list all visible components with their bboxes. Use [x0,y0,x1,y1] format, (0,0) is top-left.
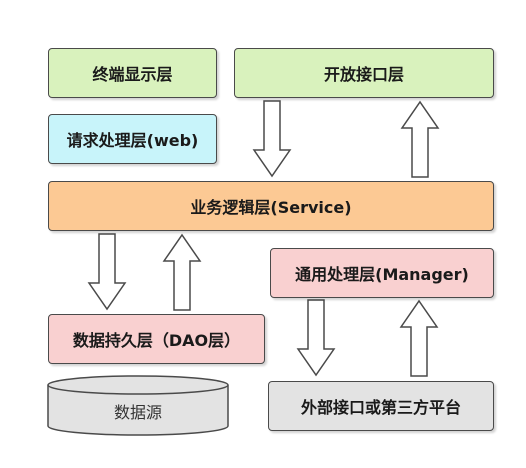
business-logic-layer-box: 业务逻辑层(Service) [48,181,494,231]
arrow-down-manager-to-external [296,299,336,377]
request-handling-layer-box: 请求处理层(web) [48,114,217,164]
common-processing-layer-label: 通用处理层(Manager) [295,265,469,284]
terminal-display-layer-box: 终端显示层 [48,48,217,98]
external-interface-label: 外部接口或第三方平台 [300,398,461,417]
cylinder-top [47,375,229,395]
arrow-up-service-to-openapi [400,100,440,178]
data-persistence-layer-box: 数据持久层（DAO层） [48,314,265,364]
arrow-down-service-to-dao [87,233,127,311]
data-persistence-layer-label: 数据持久层（DAO层） [72,331,241,350]
arrow-up-external-to-manager [399,299,439,377]
terminal-display-layer-label: 终端显示层 [92,65,173,84]
arrow-up-dao-to-service [162,233,202,311]
external-interface-box: 外部接口或第三方平台 [268,381,494,431]
request-handling-layer-label: 请求处理层(web) [66,131,199,150]
open-api-layer-label: 开放接口层 [323,65,404,84]
common-processing-layer-box: 通用处理层(Manager) [270,248,494,298]
business-logic-layer-label: 业务逻辑层(Service) [190,198,352,217]
open-api-layer-box: 开放接口层 [234,48,494,98]
database-label: 数据源 [113,403,162,422]
arrow-down-openapi-to-service [252,100,292,178]
